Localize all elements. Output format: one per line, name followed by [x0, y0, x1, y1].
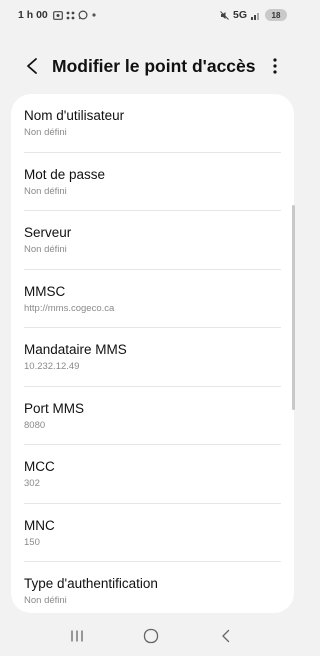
setting-label: Type d'authentification [24, 576, 158, 591]
setting-value: Non défini [24, 595, 67, 606]
setting-label: Nom d'utilisateur [24, 108, 125, 123]
setting-server[interactable]: Serveur Non défini [11, 211, 294, 270]
status-time: 1 h 00 [18, 9, 48, 21]
setting-value: Non défini [24, 127, 67, 138]
chevron-left-icon [27, 58, 37, 74]
silent-mode-icon [220, 10, 229, 20]
dot-icon [91, 12, 97, 18]
home-button[interactable] [131, 620, 171, 652]
setting-username[interactable]: Nom d'utilisateur Non défini [11, 94, 294, 153]
setting-mmsc[interactable]: MMSC http://mms.cogeco.ca [11, 270, 294, 329]
setting-value: 302 [24, 478, 40, 489]
setting-mms-proxy[interactable]: Mandataire MMS 10.232.12.49 [11, 328, 294, 387]
apps-grid-icon [66, 11, 75, 20]
battery-indicator: 18 [265, 9, 287, 21]
status-bar: 1 h 00 5G 18 [0, 0, 303, 30]
setting-value: Non défini [24, 244, 67, 255]
setting-mnc[interactable]: MNC 150 [11, 504, 294, 563]
recents-button[interactable] [57, 620, 97, 652]
setting-label: Mandataire MMS [24, 342, 127, 357]
settings-card: Nom d'utilisateur Non défini Mot de pass… [11, 94, 294, 613]
nav-back-button[interactable] [206, 620, 246, 652]
setting-value: 150 [24, 536, 40, 548]
status-right: 5G 18 [220, 9, 287, 21]
notification-icons [52, 10, 97, 20]
app-bar: Modifier le point d'accès [0, 46, 303, 86]
more-options-button[interactable] [265, 54, 285, 78]
nav-back-icon [222, 629, 229, 643]
setting-label: MCC [24, 459, 55, 474]
status-left: 1 h 00 [18, 9, 97, 21]
whatsapp-icon [78, 10, 88, 20]
back-button[interactable] [20, 54, 44, 78]
setting-mms-port[interactable]: Port MMS 8080 [11, 387, 294, 446]
setting-label: MNC [24, 517, 55, 533]
recents-icon [71, 630, 83, 642]
setting-value: 10.232.12.49 [24, 361, 80, 372]
setting-auth-type[interactable]: Type d'authentification Non défini [11, 562, 294, 613]
settings-list: Nom d'utilisateur Non défini Mot de pass… [11, 94, 294, 613]
more-vertical-icon [273, 58, 277, 74]
setting-value: http://mms.cogeco.ca [24, 302, 115, 314]
setting-value: Non défini [24, 185, 67, 197]
setting-mcc[interactable]: MCC 302 [11, 445, 294, 504]
navigation-bar [0, 616, 303, 656]
setting-label: Serveur [24, 225, 72, 240]
setting-label: Port MMS [24, 400, 85, 416]
signal-icon [251, 11, 261, 20]
setting-label: Mot de passe [24, 166, 106, 182]
network-type: 5G [232, 9, 247, 21]
setting-password[interactable]: Mot de passe Non défini [11, 153, 294, 212]
page-title: Modifier le point d'accès [52, 56, 256, 76]
scrollbar[interactable] [292, 205, 295, 410]
screenshot-icon [52, 10, 63, 20]
home-icon [144, 628, 159, 644]
setting-value: 8080 [24, 419, 46, 431]
setting-label: MMSC [24, 283, 66, 299]
